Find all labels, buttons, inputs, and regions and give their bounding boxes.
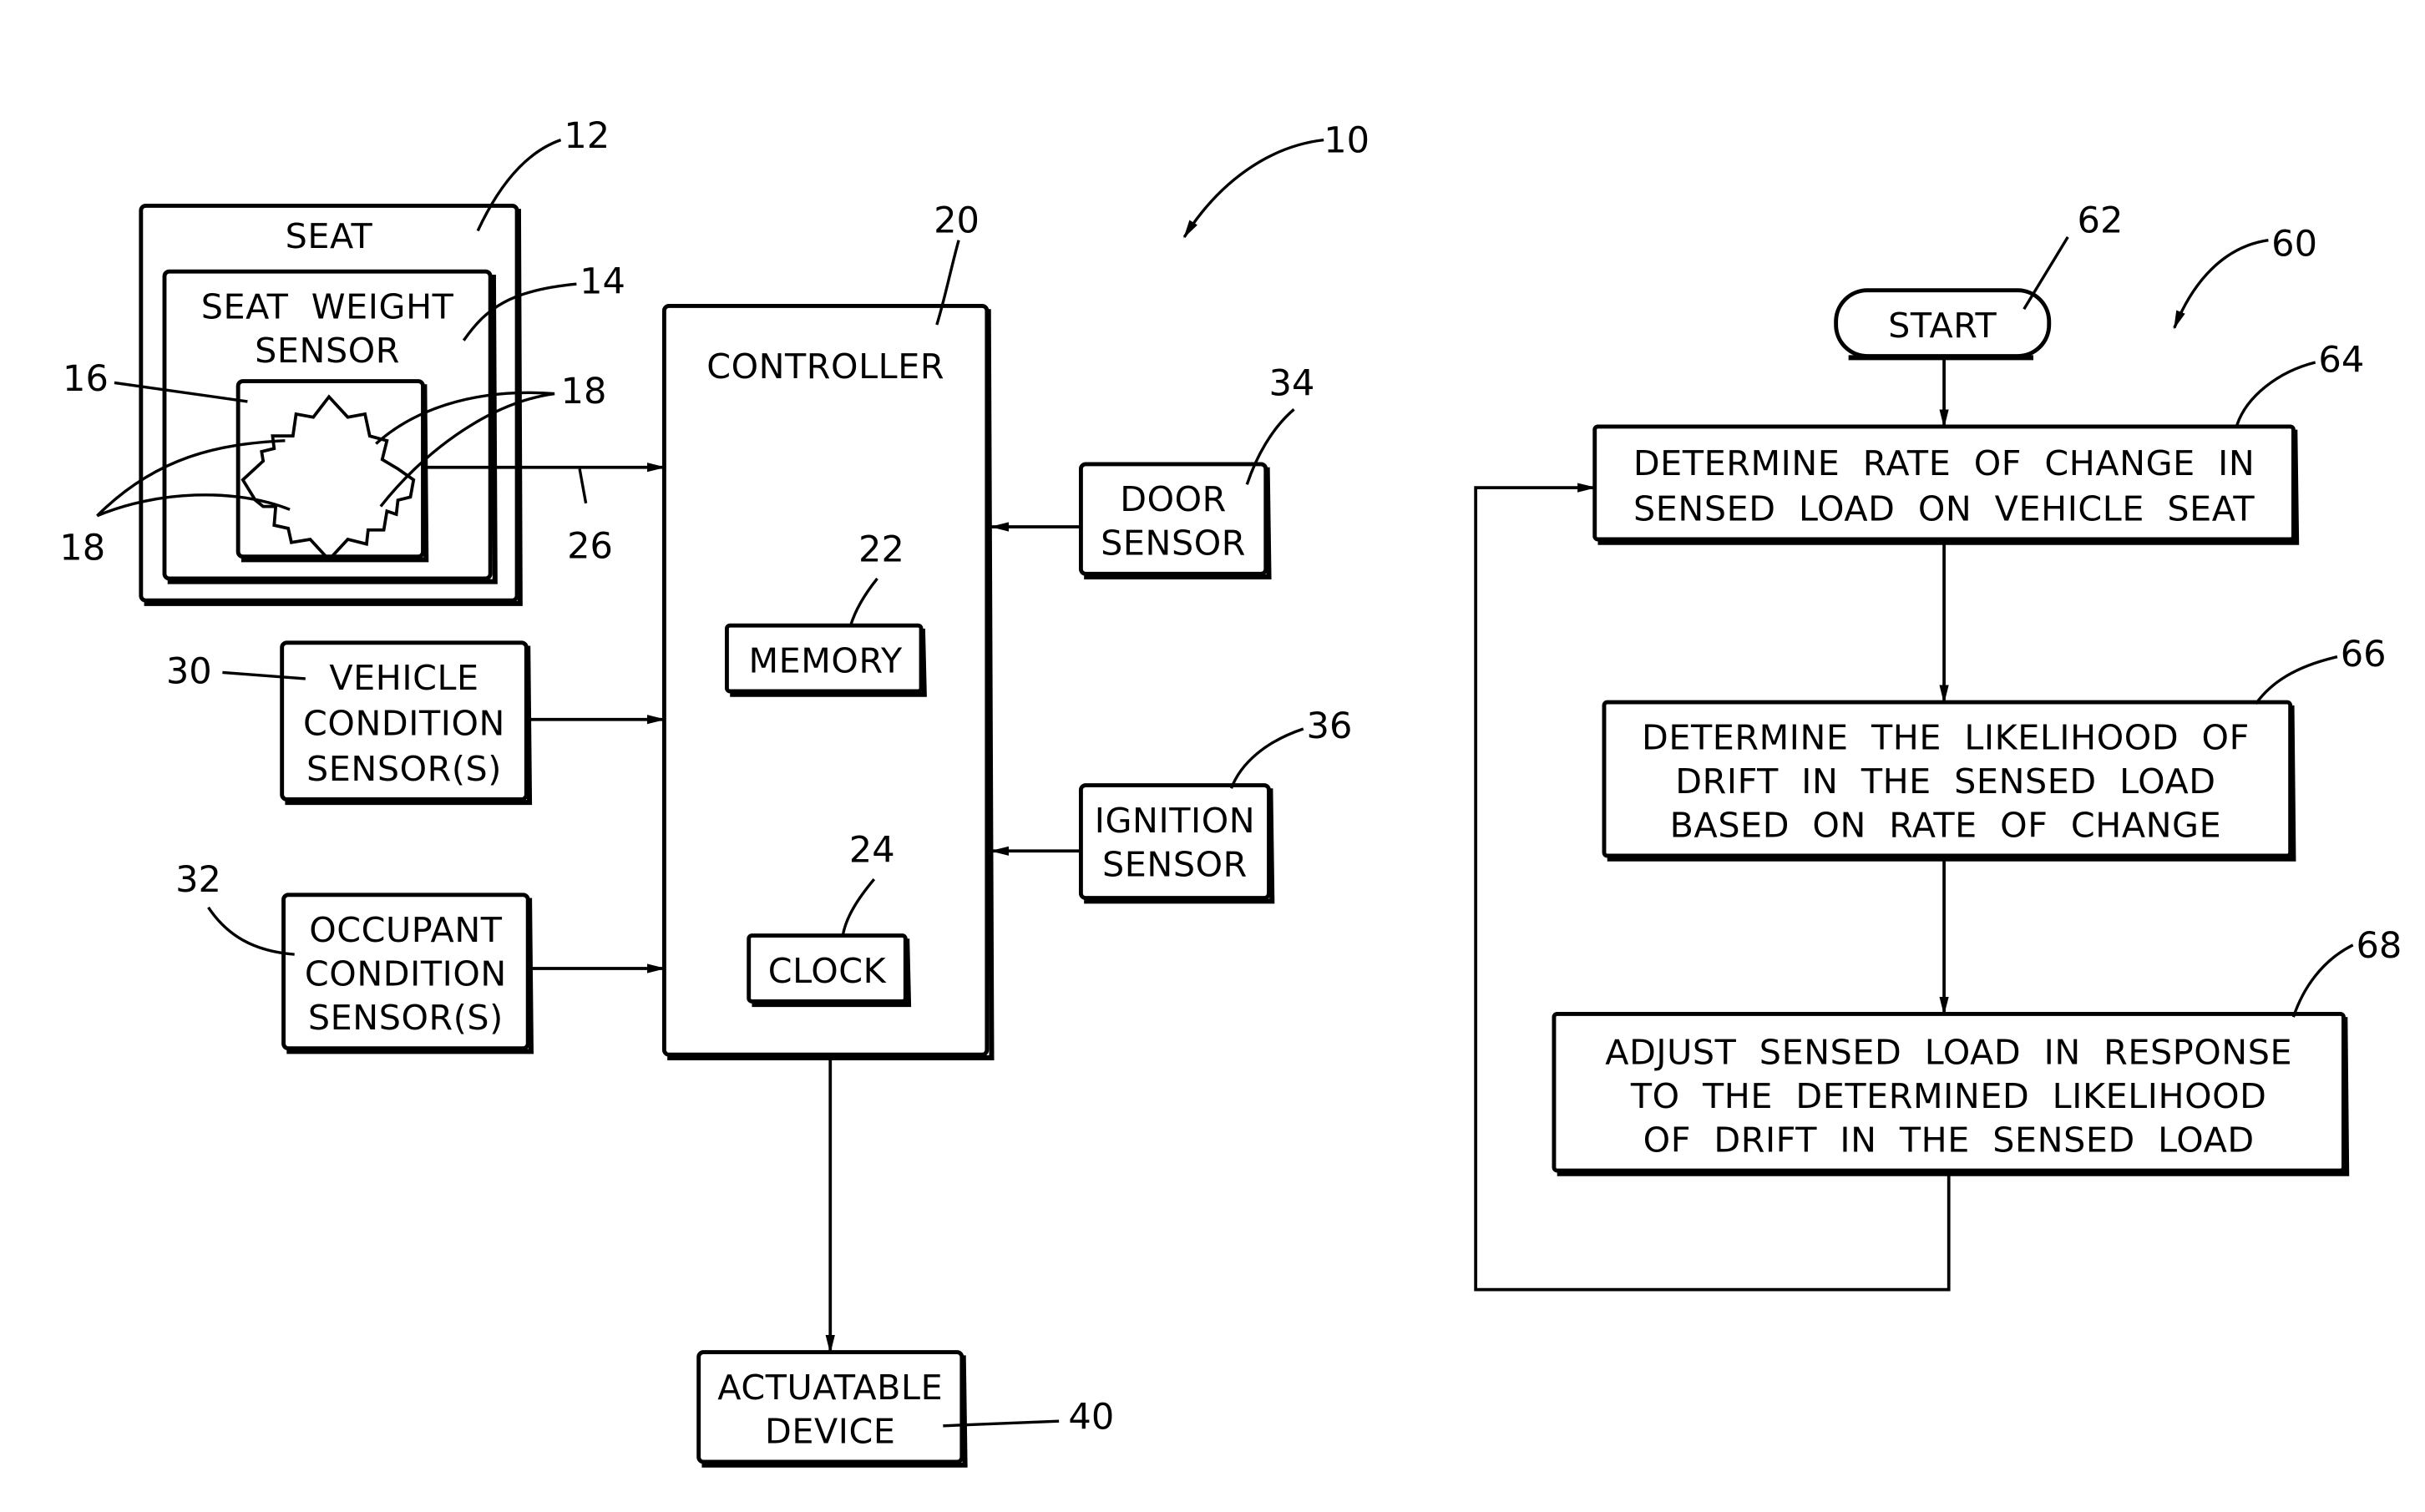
controller-block: CONTROLLER 20 MEMORY 22 CLOCK 24 bbox=[661, 200, 995, 1060]
seat-weight-sensor-ref: 14 bbox=[580, 260, 625, 302]
start-ref: 62 bbox=[2078, 200, 2124, 241]
flowchart-step-66-leader bbox=[2255, 655, 2338, 705]
flowchart-ref-arrow bbox=[2173, 239, 2269, 330]
flowchart-step-68-line-3: OF DRIFT IN THE SENSED LOAD bbox=[1643, 1120, 2255, 1160]
door-sensor-label-line-1: DOOR bbox=[1120, 479, 1227, 519]
occupant-condition-sensors-label-line-1: OCCUPANT bbox=[309, 910, 503, 950]
patent-figure: 10 SEAT 12 SEAT WEIGHT SENSOR 14 16 18 1… bbox=[0, 0, 2425, 1508]
actuatable-device-label-line-1: ACTUATABLE bbox=[717, 1368, 943, 1408]
flowchart-step-68-leader bbox=[2291, 943, 2354, 1018]
diagram-canvas: 10 SEAT 12 SEAT WEIGHT SENSOR 14 16 18 1… bbox=[59, 115, 2402, 1468]
occupant-condition-sensors-label-line-2: CONDITION bbox=[305, 954, 507, 994]
output-line-ref: 26 bbox=[567, 526, 613, 568]
ignition-sensor-ref: 36 bbox=[1307, 705, 1353, 747]
system-ref-number: 10 bbox=[1324, 120, 1369, 162]
occupant-condition-sensors-block: OCCUPANT CONDITION SENSOR(S) 32 bbox=[175, 859, 666, 1054]
vehicle-condition-sensors-label-line-1: VEHICLE bbox=[329, 658, 478, 698]
actuatable-device-label-line-2: DEVICE bbox=[765, 1411, 896, 1451]
flowchart-step-64-ref: 64 bbox=[2318, 339, 2364, 381]
memory-label: MEMORY bbox=[748, 640, 903, 680]
ignition-sensor-label-line-1: IGNITION bbox=[1095, 801, 1255, 841]
clock-ref: 24 bbox=[849, 829, 895, 871]
flowchart-step-66-line-3: BASED ON RATE OF CHANGE bbox=[1670, 805, 2222, 845]
ignition-sensor-block: IGNITION SENSOR 36 bbox=[990, 705, 1353, 904]
vehicle-condition-sensors-label-line-2: CONDITION bbox=[303, 703, 505, 743]
flowchart-step-66-line-2: DRIFT IN THE SENSED LOAD bbox=[1675, 761, 2215, 802]
door-sensor-label-line-2: SENSOR bbox=[1101, 523, 1246, 564]
seat-label: SEAT bbox=[286, 216, 373, 256]
flowchart-ref: 60 bbox=[2271, 223, 2317, 265]
flowchart-step-68-line-2: TO THE DETERMINED LIKELIHOOD bbox=[1630, 1076, 2267, 1116]
flowchart-step-66-ref: 66 bbox=[2341, 634, 2387, 675]
seat-weight-sensor-label-line-1: SEAT WEIGHT bbox=[201, 286, 454, 326]
flowchart-step-66-line-1: DETERMINE THE LIKELIHOOD OF bbox=[1642, 717, 2250, 757]
memory-ref: 22 bbox=[858, 528, 904, 570]
start-leader bbox=[2023, 236, 2069, 311]
flowchart: 60 START 62 DETERMINE RATE OF CHANGE IN … bbox=[1474, 200, 2402, 1292]
flowchart-step-64-line-1: DETERMINE RATE OF CHANGE IN bbox=[1633, 443, 2255, 483]
clock-label: CLOCK bbox=[768, 951, 887, 991]
vehicle-condition-sensors-label-line-3: SENSOR(S) bbox=[306, 749, 502, 789]
flowchart-step-64-leader bbox=[2235, 361, 2316, 426]
flowchart-step-68-line-1: ADJUST SENSED LOAD IN RESPONSE bbox=[1605, 1032, 2292, 1072]
vehicle-condition-sensors-ref: 30 bbox=[166, 651, 212, 693]
actuatable-device-ref: 40 bbox=[1068, 1397, 1114, 1439]
ignition-sensor-leader bbox=[1229, 727, 1304, 789]
sensor-element-ref: 16 bbox=[63, 358, 109, 400]
strain-gauge-ref-left: 18 bbox=[59, 527, 105, 569]
start-label: START bbox=[1888, 306, 1997, 346]
system-ref-arrow bbox=[1182, 138, 1324, 239]
ignition-sensor-label-line-2: SENSOR bbox=[1102, 844, 1248, 884]
actuatable-device-block: ACTUATABLE DEVICE 40 bbox=[696, 1057, 1114, 1468]
strain-gauge-ref-right: 18 bbox=[561, 371, 607, 412]
flowchart-step-68-ref: 68 bbox=[2356, 925, 2402, 967]
flowchart-step-64-line-2: SENSED LOAD ON VEHICLE SEAT bbox=[1633, 488, 2255, 528]
system-ref-callout: 10 bbox=[1182, 120, 1369, 239]
door-sensor-ref: 34 bbox=[1269, 362, 1315, 404]
seat-ref: 12 bbox=[564, 115, 610, 157]
output-line-leader bbox=[578, 468, 588, 504]
door-sensor-block: DOOR SENSOR 34 bbox=[990, 362, 1315, 580]
occupant-condition-sensors-ref: 32 bbox=[175, 859, 221, 901]
vehicle-condition-sensors-block: VEHICLE CONDITION SENSOR(S) 30 bbox=[166, 640, 666, 806]
occupant-condition-sensors-label-line-3: SENSOR(S) bbox=[308, 998, 504, 1038]
controller-ref: 20 bbox=[934, 200, 980, 241]
seat-weight-sensor-label-line-2: SENSOR bbox=[255, 331, 400, 371]
controller-label: CONTROLLER bbox=[706, 346, 944, 387]
